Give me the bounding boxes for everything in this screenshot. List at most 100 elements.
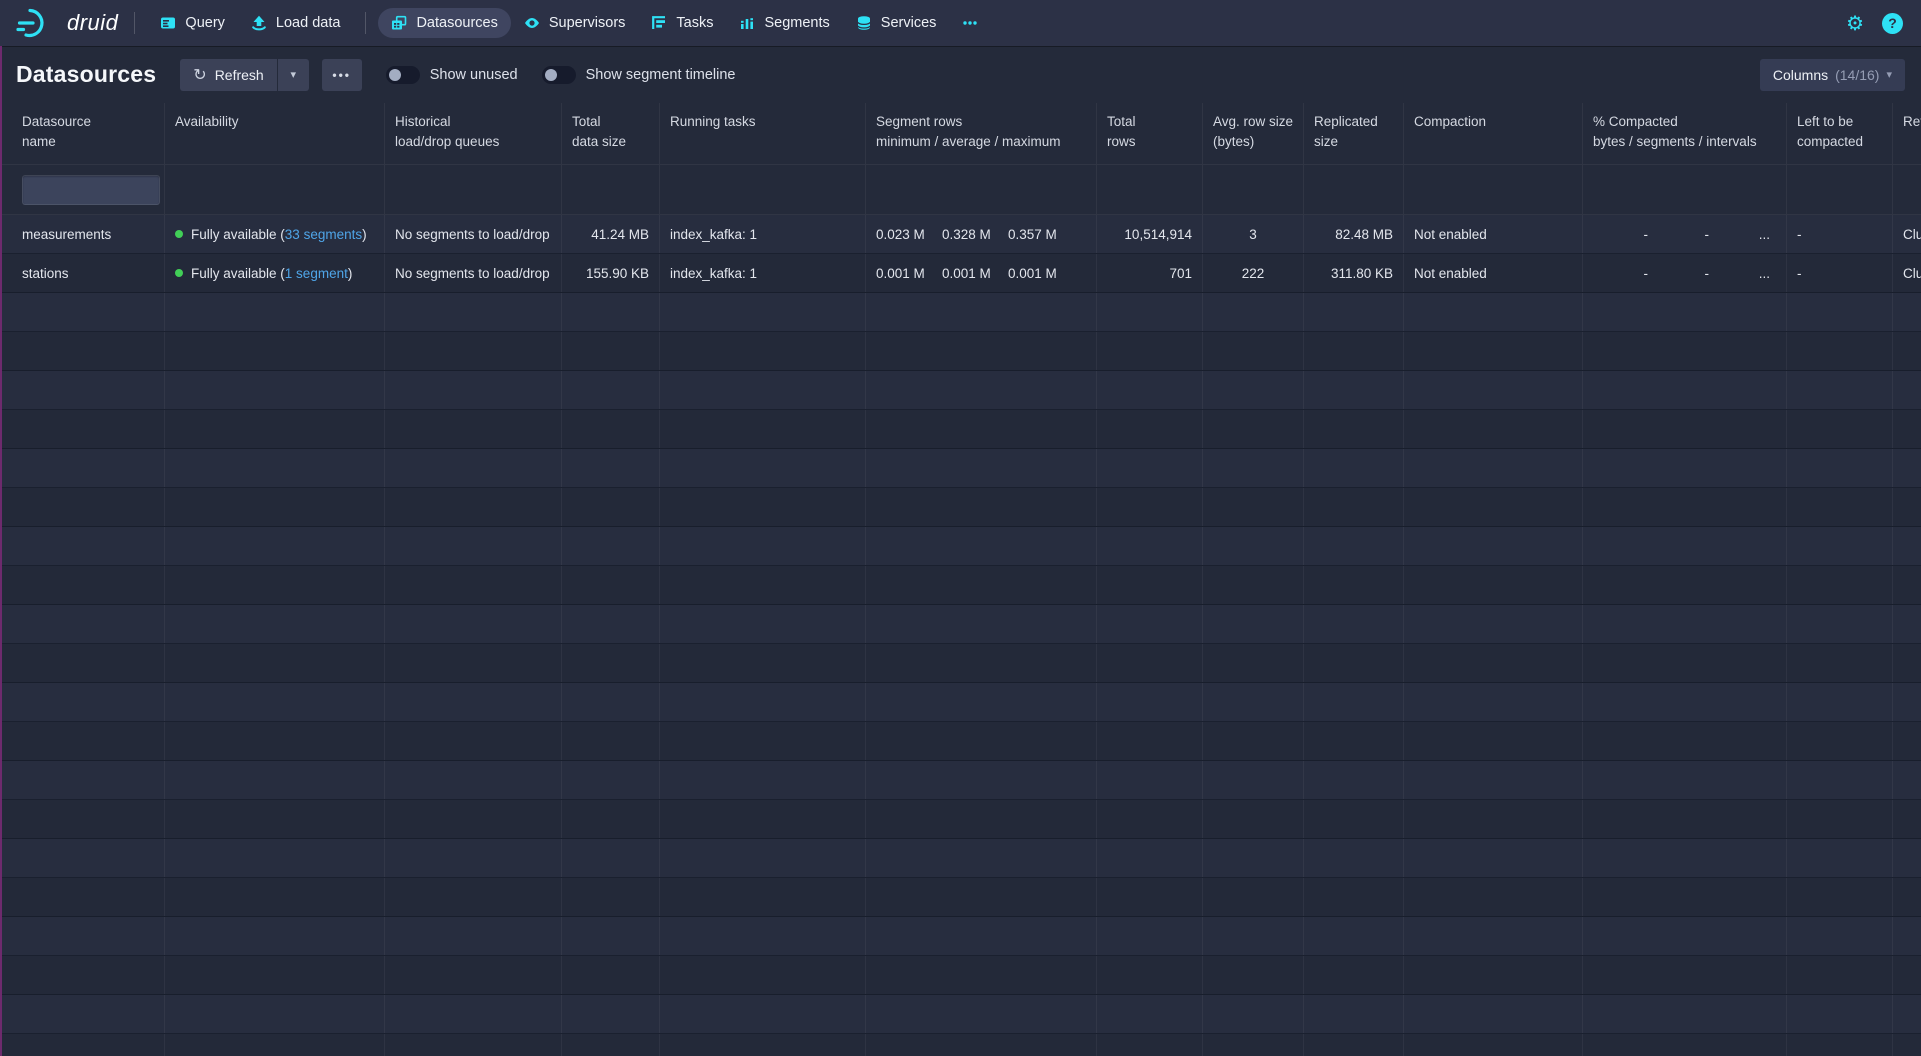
- empty-cell: [1097, 488, 1203, 526]
- empty-cell: [1893, 956, 1921, 994]
- empty-cell: [562, 761, 660, 799]
- show-unused-toggle[interactable]: Show unused: [386, 66, 518, 84]
- column-header-line2: load/drop queues: [395, 132, 551, 152]
- column-header-running-tasks[interactable]: Running tasks: [660, 103, 866, 164]
- empty-cell: [660, 722, 866, 760]
- more-actions-button[interactable]: •••: [322, 59, 362, 91]
- filter-cell: [1404, 165, 1583, 214]
- empty-cell: [165, 683, 385, 721]
- refresh-button[interactable]: ↻ Refresh: [180, 59, 276, 91]
- segment-rows-value: 0.023 M: [876, 227, 942, 242]
- cell-replicated-size: 311.80 KB: [1304, 254, 1404, 292]
- nav-item-supervisors[interactable]: Supervisors: [511, 8, 639, 38]
- empty-cell: [1097, 761, 1203, 799]
- nav-item-label: Tasks: [676, 15, 713, 31]
- empty-cell: [866, 644, 1097, 682]
- empty-table-row: [0, 722, 1921, 761]
- empty-cell: [1404, 761, 1583, 799]
- column-header-left-to-be[interactable]: Left to becompacted: [1787, 103, 1893, 164]
- empty-table-row: [0, 488, 1921, 527]
- nav-item-more[interactable]: [949, 8, 991, 38]
- cell-pct-compacted: --...: [1583, 254, 1787, 292]
- toggle-knob: [389, 69, 401, 81]
- column-header-historical[interactable]: Historicalload/drop queues: [385, 103, 562, 164]
- nav-item-label: Supervisors: [549, 15, 626, 31]
- empty-cell: [165, 878, 385, 916]
- cell-datasource-name[interactable]: measurements: [0, 215, 165, 253]
- empty-cell: [1893, 722, 1921, 760]
- empty-cell: [385, 878, 562, 916]
- empty-cell: [866, 488, 1097, 526]
- empty-cell: [562, 605, 660, 643]
- empty-cell: [1583, 995, 1787, 1033]
- cell-datasource-name[interactable]: stations: [0, 254, 165, 292]
- empty-cell: [0, 878, 165, 916]
- empty-cell: [866, 605, 1097, 643]
- segments-link[interactable]: 1 segment: [285, 266, 348, 281]
- column-header-line1: Historical: [395, 112, 551, 132]
- column-header-total[interactable]: Totalrows: [1097, 103, 1203, 164]
- toggle-label: Show unused: [430, 67, 518, 83]
- availability-text: ): [348, 266, 353, 281]
- empty-cell: [1203, 449, 1304, 487]
- druid-brand: druid: [16, 6, 118, 40]
- empty-cell: [1304, 917, 1404, 955]
- empty-cell: [1097, 839, 1203, 877]
- nav-item-segments[interactable]: Segments: [726, 8, 842, 38]
- column-header-replicated[interactable]: Replicatedsize: [1304, 103, 1404, 164]
- datasource-filter-input[interactable]: [22, 175, 160, 205]
- empty-cell: [1203, 371, 1304, 409]
- empty-cell: [1583, 488, 1787, 526]
- top-nav: druid QueryLoad data Datasources Superviso…: [0, 0, 1921, 46]
- nav-item-services[interactable]: Services: [843, 8, 950, 38]
- empty-cell: [1203, 839, 1304, 877]
- empty-cell: [385, 683, 562, 721]
- nav-item-query[interactable]: Query: [147, 8, 238, 38]
- empty-cell: [866, 566, 1097, 604]
- nav-item-load-data[interactable]: Load data: [238, 8, 354, 38]
- empty-cell: [562, 722, 660, 760]
- empty-cell: [385, 722, 562, 760]
- help-icon[interactable]: ?: [1882, 13, 1903, 34]
- empty-cell: [0, 644, 165, 682]
- columns-button[interactable]: Columns (14/16) ▾: [1760, 59, 1905, 91]
- empty-cell: [165, 488, 385, 526]
- settings-gear-icon[interactable]: ⚙: [1846, 13, 1864, 33]
- empty-cell: [1893, 839, 1921, 877]
- empty-cell: [1583, 761, 1787, 799]
- empty-cell: [660, 293, 866, 331]
- column-header-segment-rows[interactable]: Segment rowsminimum / average / maximum: [866, 103, 1097, 164]
- nav-item-datasources[interactable]: Datasources: [378, 8, 510, 38]
- empty-cell: [1893, 1034, 1921, 1056]
- column-header-datasource[interactable]: Datasourcename: [0, 103, 165, 164]
- empty-cell: [1097, 683, 1203, 721]
- filter-cell: [562, 165, 660, 214]
- empty-cell: [866, 1034, 1097, 1056]
- empty-cell: [1787, 1034, 1893, 1056]
- nav-item-tasks[interactable]: Tasks: [638, 8, 726, 38]
- empty-cell: [385, 527, 562, 565]
- empty-cell: [1583, 410, 1787, 448]
- column-header-retention[interactable]: Retention: [1893, 103, 1921, 164]
- empty-cell: [1203, 332, 1304, 370]
- empty-cell: [1893, 995, 1921, 1033]
- empty-cell: [0, 566, 165, 604]
- empty-table-row: [0, 566, 1921, 605]
- column-header-compaction[interactable]: Compaction: [1404, 103, 1583, 164]
- empty-cell: [562, 995, 660, 1033]
- filter-cell: [0, 165, 165, 214]
- column-header--compacted[interactable]: % Compactedbytes / segments / intervals: [1583, 103, 1787, 164]
- cell-total-data-size: 41.24 MB: [562, 215, 660, 253]
- empty-table-row: [0, 761, 1921, 800]
- empty-cell: [1404, 371, 1583, 409]
- show-segment-timeline-toggle[interactable]: Show segment timeline: [542, 66, 736, 84]
- column-header-total[interactable]: Totaldata size: [562, 103, 660, 164]
- column-header-avg-row-size[interactable]: Avg. row size(bytes): [1203, 103, 1304, 164]
- segments-link[interactable]: 33 segments: [285, 227, 362, 242]
- column-header-availability[interactable]: Availability: [165, 103, 385, 164]
- empty-cell: [1304, 605, 1404, 643]
- refresh-dropdown-button[interactable]: ▾: [278, 59, 309, 91]
- column-header-line1: Replicated: [1314, 112, 1393, 132]
- nav-item-label: Datasources: [416, 15, 497, 31]
- brand-text: druid: [67, 10, 118, 36]
